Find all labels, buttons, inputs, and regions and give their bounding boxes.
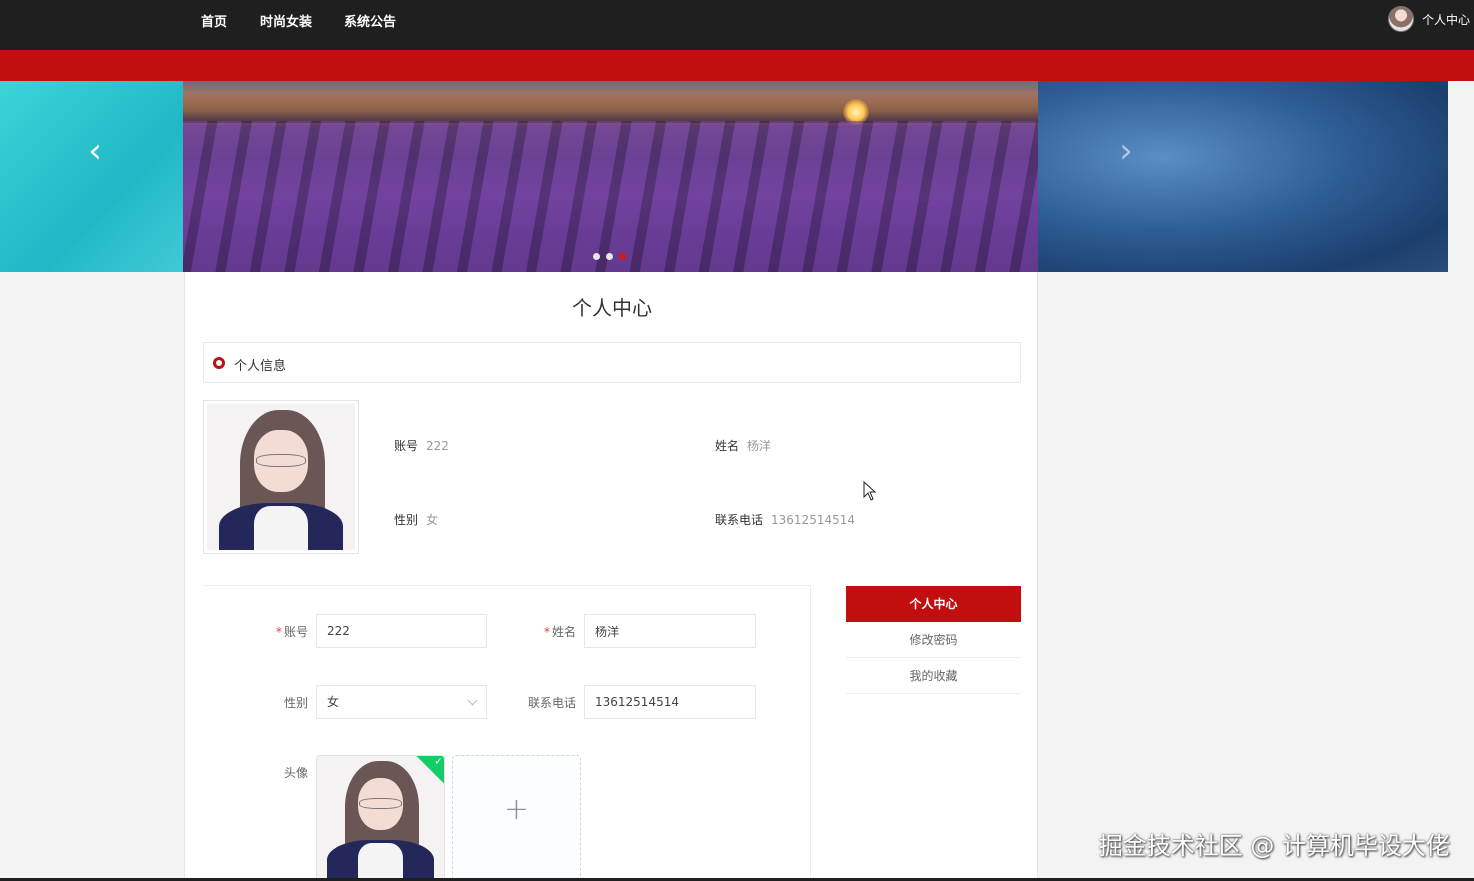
nav-item-home[interactable]: 首页 [201, 11, 227, 30]
side-menu-item-favorites[interactable]: 我的收藏 [846, 658, 1021, 694]
page-title: 个人中心 [572, 296, 652, 320]
section-label: 个人信息 [234, 359, 287, 374]
profile-name: 姓名 杨洋 [715, 439, 772, 453]
carousel-next-button[interactable]: › [1111, 133, 1141, 169]
side-menu-item-user-center[interactable]: 个人中心 [846, 586, 1021, 622]
nav-item-announcements[interactable]: 系统公告 [344, 11, 396, 30]
profile-gender: 性别女 [394, 513, 439, 527]
chevron-left-icon: ‹ [88, 131, 102, 171]
uploaded-avatar[interactable]: ✓ [316, 755, 445, 881]
brand-strip [0, 50, 1474, 81]
carousel-next-slide [1038, 81, 1448, 272]
phone-input[interactable] [584, 685, 756, 719]
user-center-panel: 个人中心 个人信息 账号 222 姓名 杨洋 性别女 联系电话 13612514514… [184, 272, 1038, 881]
account-field-label: * 账号 [275, 625, 308, 639]
profile-phone: 联系电话 13612514514 [715, 513, 855, 527]
carousel-prev-slide [0, 81, 183, 272]
mouse-cursor-icon [863, 481, 877, 501]
uploaded-avatar-image [317, 756, 444, 880]
avatar [1387, 6, 1414, 32]
profile-photo [203, 400, 359, 554]
gender-select[interactable]: 女 [316, 685, 487, 719]
name-input[interactable] [584, 614, 756, 648]
chevron-down-icon [467, 695, 478, 706]
plus-icon: + [503, 792, 530, 827]
carousel-dot[interactable] [593, 253, 600, 260]
watermark: 掘金技术社区 @ 计算机毕设大佬 [1098, 832, 1450, 860]
gender-select-value: 女 [327, 695, 340, 709]
nav-item-fashion[interactable]: 时尚女装 [260, 11, 312, 30]
avatar-field-label: 头像 [283, 766, 308, 780]
account-input[interactable] [316, 614, 487, 648]
carousel-dot[interactable] [606, 253, 613, 260]
divider [810, 585, 811, 881]
carousel-current-slide [183, 81, 1038, 272]
top-nav: 首页 时尚女装 系统公告 个人中心 [0, 0, 1474, 50]
carousel-indicators [593, 253, 626, 260]
radio-dot-icon [213, 357, 225, 369]
avatar-upload-button[interactable]: + [452, 755, 581, 881]
gender-field-label: 性别 [283, 696, 308, 710]
carousel-dot-active[interactable] [619, 253, 626, 260]
carousel-prev-button[interactable]: ‹ [80, 133, 110, 169]
banner-hills [183, 93, 1038, 123]
side-menu-item-change-password[interactable]: 修改密码 [846, 622, 1021, 658]
check-icon: ✓ [434, 756, 443, 768]
section-header: 个人信息 [203, 342, 1021, 383]
nav-user-label: 个人中心 [1421, 12, 1470, 27]
divider [203, 585, 811, 586]
phone-field-label: 联系电话 [527, 696, 576, 710]
side-menu: 个人中心 修改密码 我的收藏 [846, 586, 1021, 694]
chevron-right-icon: › [1119, 131, 1133, 171]
nav-user-center[interactable]: 个人中心 [1387, 6, 1470, 32]
banner-lavender-rows [183, 121, 1038, 272]
profile-photo-image [207, 404, 355, 550]
profile-account: 账号 222 [394, 439, 449, 453]
name-field-label: * 姓名 [543, 625, 576, 639]
